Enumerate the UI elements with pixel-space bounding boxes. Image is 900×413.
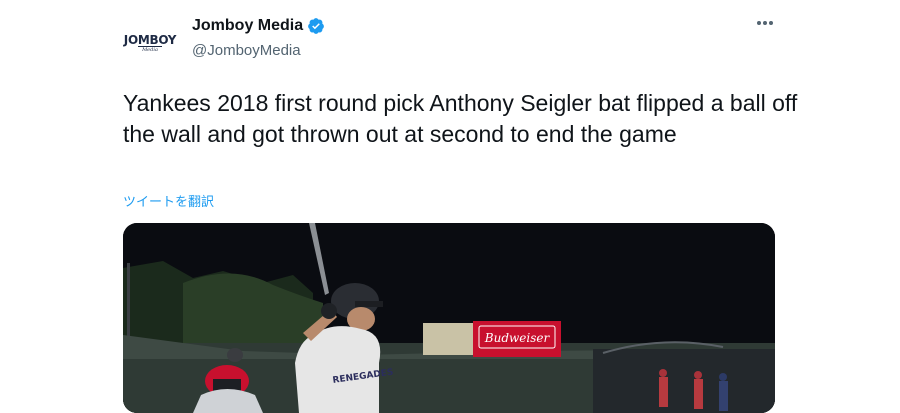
fan [659,369,667,377]
fan [719,373,727,381]
more-options-icon[interactable] [752,12,778,34]
billboard-text: Budweiser [484,331,551,345]
billboard-left [423,323,473,355]
author-avatar[interactable]: JOMBOY Media [121,10,179,68]
fan-body [694,379,703,409]
more-dot [763,21,767,25]
translate-tweet-link[interactable]: ツイートを翻訳 [123,191,214,210]
author-display-name[interactable]: Jomboy Media [192,17,325,35]
tweet-video[interactable]: Budweiser RENEGADES [123,223,775,413]
more-dot [769,21,773,25]
avatar-logo-subtext: Media [138,45,162,53]
tweet-card: JOMBOY Media Jomboy Media @JomboyMedia Y… [0,0,900,413]
display-name-text: Jomboy Media [192,17,304,34]
video-frame: Budweiser RENEGADES [123,223,775,413]
umpire-head [227,348,243,362]
helmet-brim [355,301,383,307]
fan-body [719,381,728,411]
batting-gloves [321,303,337,319]
fan [694,371,702,379]
more-dot [757,21,761,25]
stands-right [593,349,775,413]
verified-badge-icon [308,18,325,34]
tweet-text: Yankees 2018 first round pick Anthony Se… [123,90,798,147]
avatar-logo-text: JOMBOY [123,32,177,47]
author-handle[interactable]: @JomboyMedia [192,42,301,59]
fan-body [659,377,668,407]
